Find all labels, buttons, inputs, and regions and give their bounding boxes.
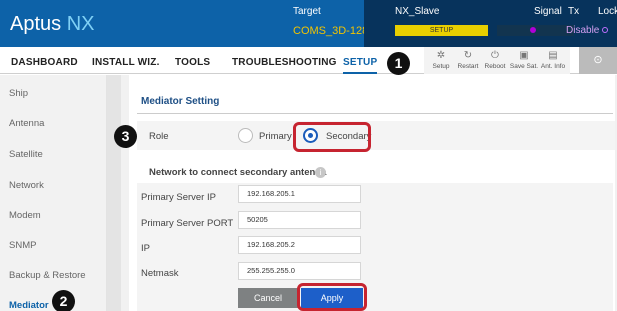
primary-radio-label[interactable]: Primary (259, 131, 292, 142)
ip-label: IP (141, 243, 150, 254)
primary-server-ip-input[interactable]: 192.168.205.1 (238, 185, 361, 203)
ant-info-tool-label: Ant. Info (540, 63, 566, 70)
lock-button[interactable]: ⊙ (579, 47, 617, 74)
cancel-button[interactable]: Cancel (238, 288, 298, 308)
primary-server-port-input[interactable]: 50205 (238, 211, 361, 229)
step-badge-2: 2 (52, 290, 75, 311)
netmask-input[interactable]: 255.255.255.0 (238, 262, 361, 280)
reboot-tool-label: Reboot (484, 63, 506, 70)
sidebar-item-mediator[interactable]: Mediator (9, 300, 49, 311)
main-content: Mediator Setting Role Primary Secondary … (121, 75, 617, 311)
sidebar-item-antenna[interactable]: Antenna (9, 118, 44, 129)
antenna-info-icon: ▤ (548, 50, 558, 61)
sidebar-item-satellite[interactable]: Satellite (9, 149, 43, 160)
setup-tool-button[interactable]: ✲ Setup (426, 50, 456, 70)
sidebar-item-backup-restore[interactable]: Backup & Restore (9, 270, 86, 281)
nav-troubleshooting[interactable]: TROUBLESHOOTING (232, 57, 337, 68)
title-divider (137, 113, 613, 114)
role-label: Role (149, 131, 169, 142)
sidebar-item-snmp[interactable]: SNMP (9, 240, 36, 251)
target-label: Target (293, 6, 321, 17)
device-name: NX_Slave (395, 6, 440, 17)
lock-icon: ⊙ (593, 54, 603, 66)
signal-dot-icon (530, 27, 536, 33)
secondary-highlight (293, 122, 371, 152)
restart-tool-button[interactable]: ↻ Restart (453, 50, 483, 70)
netmask-label: Netmask (141, 268, 179, 279)
lock-status-icon (602, 27, 608, 33)
app-logo: Aptus NX (10, 13, 95, 36)
gear-icon: ✲ (436, 50, 446, 61)
signal-label: Signal (534, 6, 562, 17)
step-badge-1: 1 (387, 52, 410, 75)
sidebar-item-ship[interactable]: Ship (9, 88, 28, 99)
ip-input[interactable]: 192.168.205.2 (238, 236, 361, 254)
nav-tools[interactable]: TOOLS (175, 57, 210, 68)
primary-radio[interactable] (238, 128, 253, 143)
save-icon: ▣ (519, 50, 529, 61)
primary-server-ip-label: Primary Server IP (141, 192, 216, 203)
tx-label: Tx (568, 6, 580, 17)
logo-suffix: NX (66, 13, 95, 35)
nav-dashboard[interactable]: DASHBOARD (11, 57, 78, 68)
page-title: Mediator Setting (141, 96, 220, 107)
sidebar-item-modem[interactable]: Modem (9, 210, 41, 221)
role-row (137, 121, 615, 150)
save-sat-tool-button[interactable]: ▣ Save Sat. (509, 50, 539, 70)
logo-brand: Aptus (10, 13, 62, 35)
info-icon[interactable]: i (315, 167, 326, 178)
network-section-title: Network to connect secondary antenna (149, 167, 327, 178)
nav-setup[interactable]: SETUP (343, 57, 378, 74)
nav-install-wiz[interactable]: INSTALL WIZ. (92, 57, 160, 68)
mediator-card: Mediator Setting Role Primary Secondary … (129, 75, 615, 311)
sidebar-scrollbar[interactable] (107, 75, 121, 311)
tool-group: ✲ Setup ↻ Restart ⏻ Reboot ▣ Save Sat. ▤ Ant.… (424, 47, 570, 74)
reboot-tool-button[interactable]: ⏻ Reboot (480, 50, 510, 70)
primary-server-port-label: Primary Server PORT (141, 218, 234, 229)
apply-highlight (297, 283, 367, 311)
restart-icon: ↻ (463, 50, 473, 61)
tx-value: Disable (566, 25, 600, 36)
power-icon: ⏻ (491, 50, 499, 61)
ant-info-tool-button[interactable]: ▤ Ant. Info (538, 50, 568, 70)
setup-tool-label: Setup (432, 63, 450, 70)
step-badge-3: 3 (114, 125, 137, 148)
lock-label: Lock (598, 6, 617, 17)
device-state-bar: SETUP (395, 25, 488, 36)
save-sat-tool-label: Save Sat. (509, 63, 539, 70)
sidebar-item-network[interactable]: Network (9, 180, 44, 191)
restart-tool-label: Restart (457, 63, 479, 70)
